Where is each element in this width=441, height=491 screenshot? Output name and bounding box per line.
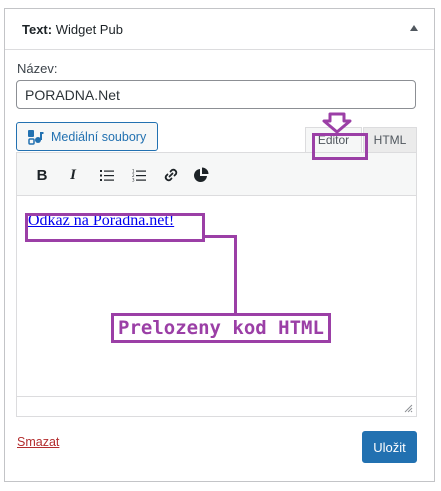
bold-button[interactable]: B [29, 162, 55, 188]
italic-button[interactable]: I [60, 162, 86, 188]
annotation-label: Prelozeny kod HTML [111, 313, 331, 343]
add-media-label: Mediální soubory [51, 129, 147, 144]
bullet-list-icon [100, 169, 114, 181]
editor-box: B I 1 2 3 Odkaz na Poradna.net! [16, 152, 417, 417]
tab-html[interactable]: HTML [363, 127, 417, 152]
widget-title: Text: Widget Pub [22, 22, 123, 37]
numbered-list-button[interactable]: 1 2 3 [126, 162, 152, 188]
link-icon [164, 168, 178, 182]
name-input[interactable] [16, 80, 416, 109]
link-button[interactable] [158, 162, 184, 188]
annotation-connector [205, 235, 237, 238]
svg-text:3: 3 [132, 177, 135, 182]
link-highlight [25, 213, 205, 242]
widget-title-prefix: Text: [22, 22, 53, 37]
add-media-button[interactable]: Mediální soubory [16, 122, 158, 151]
editor-tab-highlight [312, 133, 368, 160]
pie-chart-icon [194, 167, 209, 182]
resize-handle-icon[interactable] [404, 404, 413, 413]
widget-header[interactable]: Text: Widget Pub [5, 9, 434, 50]
italic-icon: I [70, 166, 76, 183]
delete-link[interactable]: Smazat [17, 435, 59, 449]
numbered-list-icon: 1 2 3 [132, 169, 146, 182]
save-button[interactable]: Uložit [362, 431, 417, 463]
editor-status-bar [17, 396, 416, 416]
widget-title-name: Widget Pub [52, 22, 123, 37]
down-arrow-annotation-icon [322, 112, 352, 134]
media-icon [28, 129, 44, 145]
annotation-connector-vertical [234, 235, 237, 315]
bullet-list-button[interactable] [94, 162, 120, 188]
more-button[interactable] [188, 162, 214, 188]
bold-icon: B [36, 166, 48, 184]
name-field-label: Název: [17, 61, 58, 76]
triangle-up-icon[interactable] [410, 25, 418, 31]
